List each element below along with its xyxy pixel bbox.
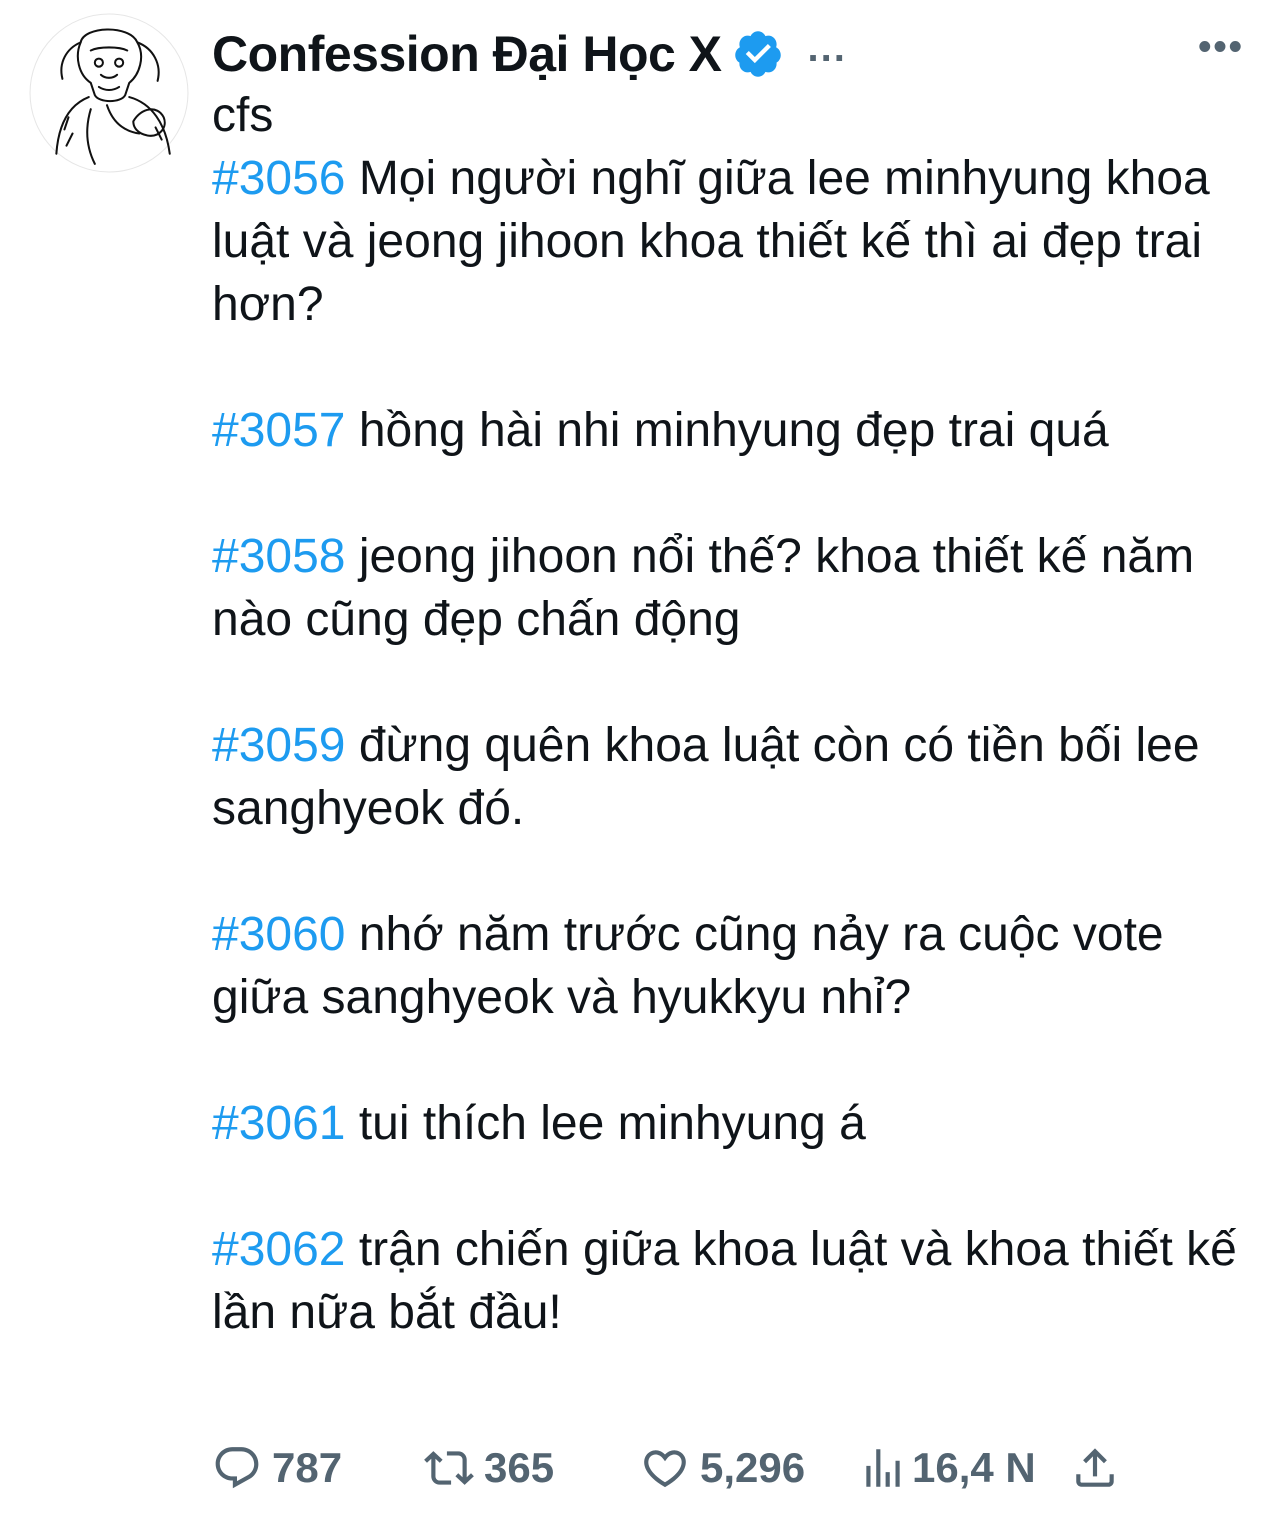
reply-count: 787 — [272, 1444, 343, 1491]
confession-3062: #3062 trận chiến giữa khoa luật và khoa … — [212, 1218, 1262, 1344]
confession-text: jeong jihoon nổi thế? khoa thiết kế năm … — [212, 530, 1195, 646]
header-more-button[interactable]: ... — [808, 28, 847, 68]
views-button[interactable]: 16,4 N — [858, 1443, 1070, 1493]
confession-text: tui thích lee minhyung á — [345, 1097, 866, 1150]
tweet-intro: cfs — [212, 89, 274, 142]
more-options-button[interactable]: ••• — [1198, 28, 1244, 66]
views-chart-icon — [866, 1449, 900, 1487]
hashtag-link[interactable]: #3061 — [212, 1097, 345, 1150]
avatar[interactable] — [28, 12, 190, 174]
confession-text: trận chiến giữa khoa luật và khoa thiết … — [212, 1223, 1237, 1339]
share-icon — [1076, 1448, 1114, 1487]
verified-badge-icon — [732, 28, 784, 80]
retweet-icon — [424, 1451, 474, 1485]
views-count: 16,4 N — [912, 1444, 1036, 1491]
confession-text: nhớ năm trước cũng nảy ra cuộc vote giữa… — [212, 908, 1164, 1024]
reply-icon — [215, 1447, 259, 1489]
tweet-action-bar: 787 365 5,296 16,4 N — [212, 1436, 1120, 1500]
confession-3057: #3057 hồng hài nhi minhyung đẹp trai quá — [212, 399, 1262, 462]
hashtag-link[interactable]: #3056 — [212, 152, 345, 205]
confession-3056: #3056 Mọi người nghĩ giữa lee minhyung k… — [212, 147, 1262, 336]
hashtag-link[interactable]: #3062 — [212, 1223, 345, 1276]
confession-3058: #3058 jeong jihoon nổi thế? khoa thiết k… — [212, 525, 1262, 651]
retweet-count: 365 — [484, 1444, 555, 1491]
confession-3060: #3060 nhớ năm trước cũng nảy ra cuộc vot… — [212, 903, 1262, 1029]
confession-3059: #3059 đừng quên khoa luật còn có tiền bố… — [212, 714, 1262, 840]
confession-text: đừng quên khoa luật còn có tiền bối lee … — [212, 719, 1200, 835]
tweet-header: Confession Đại Học X ... — [212, 22, 847, 86]
retweet-button[interactable]: 365 — [424, 1443, 640, 1493]
confession-3061: #3061 tui thích lee minhyung á — [212, 1092, 1262, 1155]
hashtag-link[interactable]: #3058 — [212, 530, 345, 583]
like-count: 5,296 — [700, 1444, 806, 1491]
hashtag-link[interactable]: #3059 — [212, 719, 345, 772]
reply-button[interactable]: 787 — [212, 1443, 424, 1493]
hashtag-link[interactable]: #3057 — [212, 404, 345, 457]
confession-text: hồng hài nhi minhyung đẹp trai quá — [345, 404, 1109, 457]
tweet-text: cfs #3056 Mọi người nghĩ giữa lee minhyu… — [212, 84, 1262, 1344]
confession-text: Mọi người nghĩ giữa lee minhyung khoa lu… — [212, 152, 1210, 331]
orangutan-avatar-icon — [29, 13, 189, 173]
heart-icon — [644, 1450, 686, 1488]
author-display-name[interactable]: Confession Đại Học X — [212, 25, 722, 83]
share-button[interactable] — [1070, 1443, 1120, 1493]
like-button[interactable]: 5,296 — [640, 1443, 858, 1493]
hashtag-link[interactable]: #3060 — [212, 908, 345, 961]
